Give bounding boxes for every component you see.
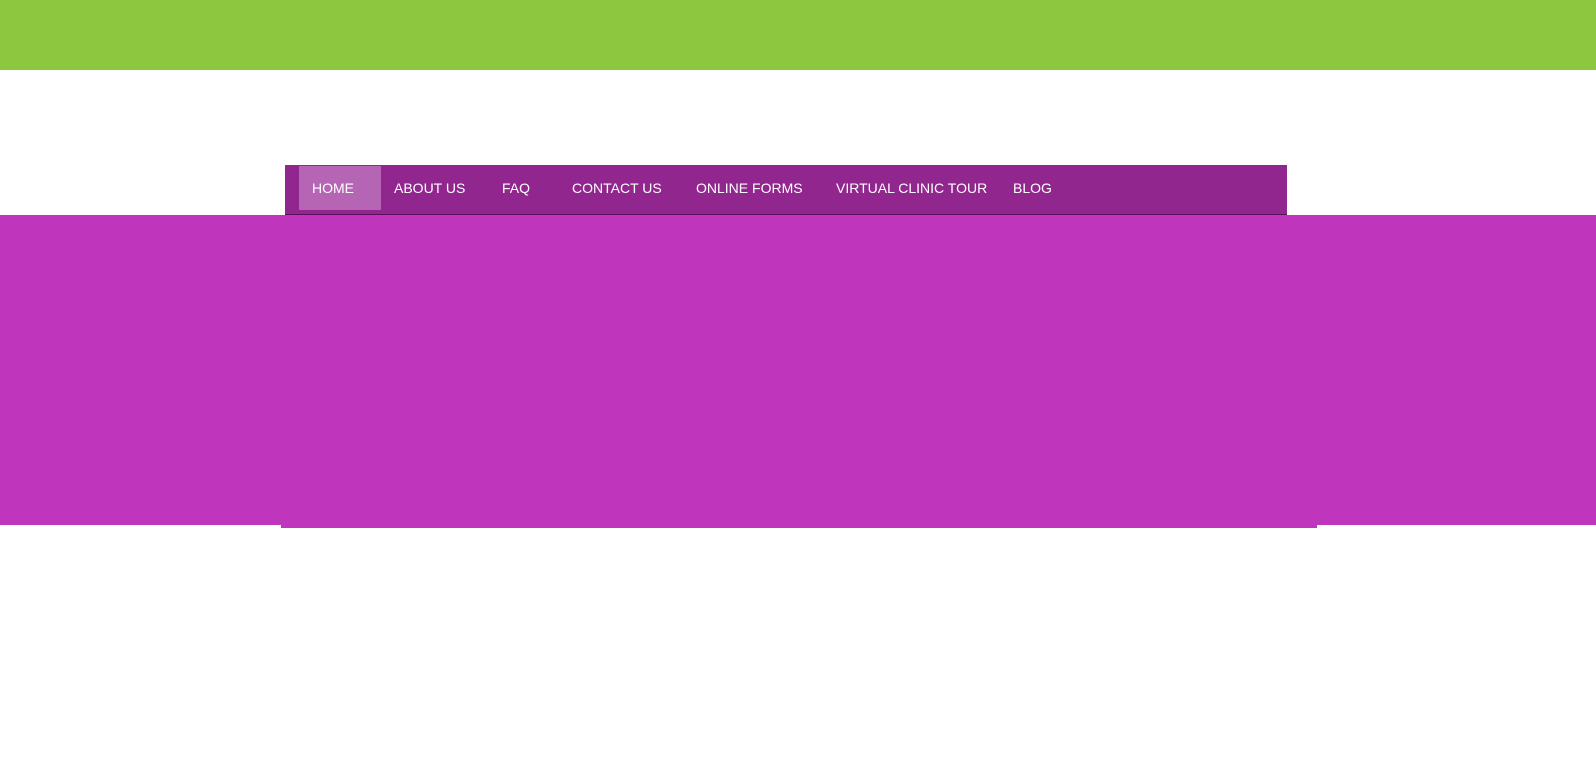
- nav-item-contact-us[interactable]: CONTACT US: [559, 166, 675, 210]
- hero-banner-edge: [281, 520, 1317, 528]
- nav-item-faq[interactable]: FAQ: [489, 166, 543, 210]
- nav-item-home[interactable]: HOME: [299, 166, 381, 210]
- nav-item-virtual-clinic-tour[interactable]: VIRTUAL CLINIC TOUR: [823, 166, 1000, 210]
- nav-item-about-us[interactable]: ABOUT US: [381, 166, 478, 210]
- nav-item-online-forms[interactable]: ONLINE FORMS: [683, 166, 816, 210]
- nav-item-blog[interactable]: BLOG: [1000, 166, 1065, 210]
- main-navigation: HOME ABOUT US FAQ CONTACT US ONLINE FORM…: [285, 165, 1287, 215]
- nav-list: HOME ABOUT US FAQ CONTACT US ONLINE FORM…: [285, 165, 1287, 214]
- page: HOME ABOUT US FAQ CONTACT US ONLINE FORM…: [0, 0, 1596, 767]
- top-header-bar: [0, 0, 1596, 70]
- hero-banner: [0, 215, 1596, 525]
